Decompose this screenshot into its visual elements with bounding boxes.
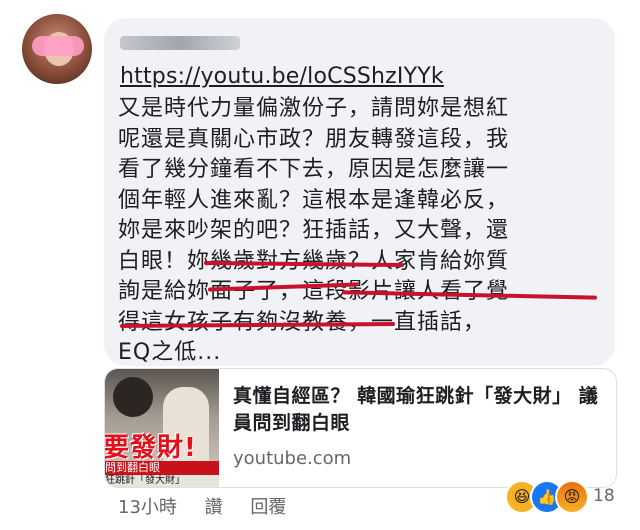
preview-thumbnail[interactable]: 要發財! 問到翻白眼 狂跳針「發大財」 xyxy=(105,369,219,487)
preview-domain: youtube.com xyxy=(233,448,352,469)
comment-link[interactable]: https://youtu.be/loCSShzIYYk xyxy=(120,64,444,89)
comment-line: EQ之低... xyxy=(118,340,222,365)
thumbnail-headline: 要發財! xyxy=(105,433,197,463)
preview-title[interactable]: 真懂自經區？ 韓國瑜狂跳針「發大財」 議員問到翻白眼 xyxy=(233,383,603,437)
comment-line: 看了幾分鐘看不下去，原因是怎麼讓一 xyxy=(118,157,510,182)
comment-actions: 13小時 讚 回覆 xyxy=(118,493,308,519)
thumbnail-caption: 狂跳針「發大財」 xyxy=(105,475,219,487)
comment-line: 妳是來吵架的吧？狂插話，又大聲，還 xyxy=(118,218,510,243)
comment-line: 個年輕人進來亂？這根本是逢韓必反， xyxy=(118,187,510,213)
thumbnail-caption: 問到翻白眼 xyxy=(105,461,219,475)
like-button[interactable]: 讚 xyxy=(205,497,223,518)
reaction-count: 18 xyxy=(593,486,615,506)
comment-line: 呢還是真關心市政？朋友轉發這段，我 xyxy=(118,126,510,152)
commenter-name-redacted[interactable] xyxy=(120,36,240,50)
comment-timestamp[interactable]: 13小時 xyxy=(118,497,177,518)
avatar-privacy-blur xyxy=(32,36,84,56)
thumbnail-figure xyxy=(113,377,153,417)
link-preview-card[interactable]: 要發財! 問到翻白眼 狂跳針「發大財」 真懂自經區？ 韓國瑜狂跳針「發大財」 議… xyxy=(104,368,617,488)
comment-line: 又是時代力量偏激份子，請問妳是想紅 xyxy=(118,96,510,121)
angry-icon: 😡 xyxy=(555,480,589,514)
reply-button[interactable]: 回覆 xyxy=(250,497,286,518)
commenter-avatar[interactable] xyxy=(22,14,92,84)
